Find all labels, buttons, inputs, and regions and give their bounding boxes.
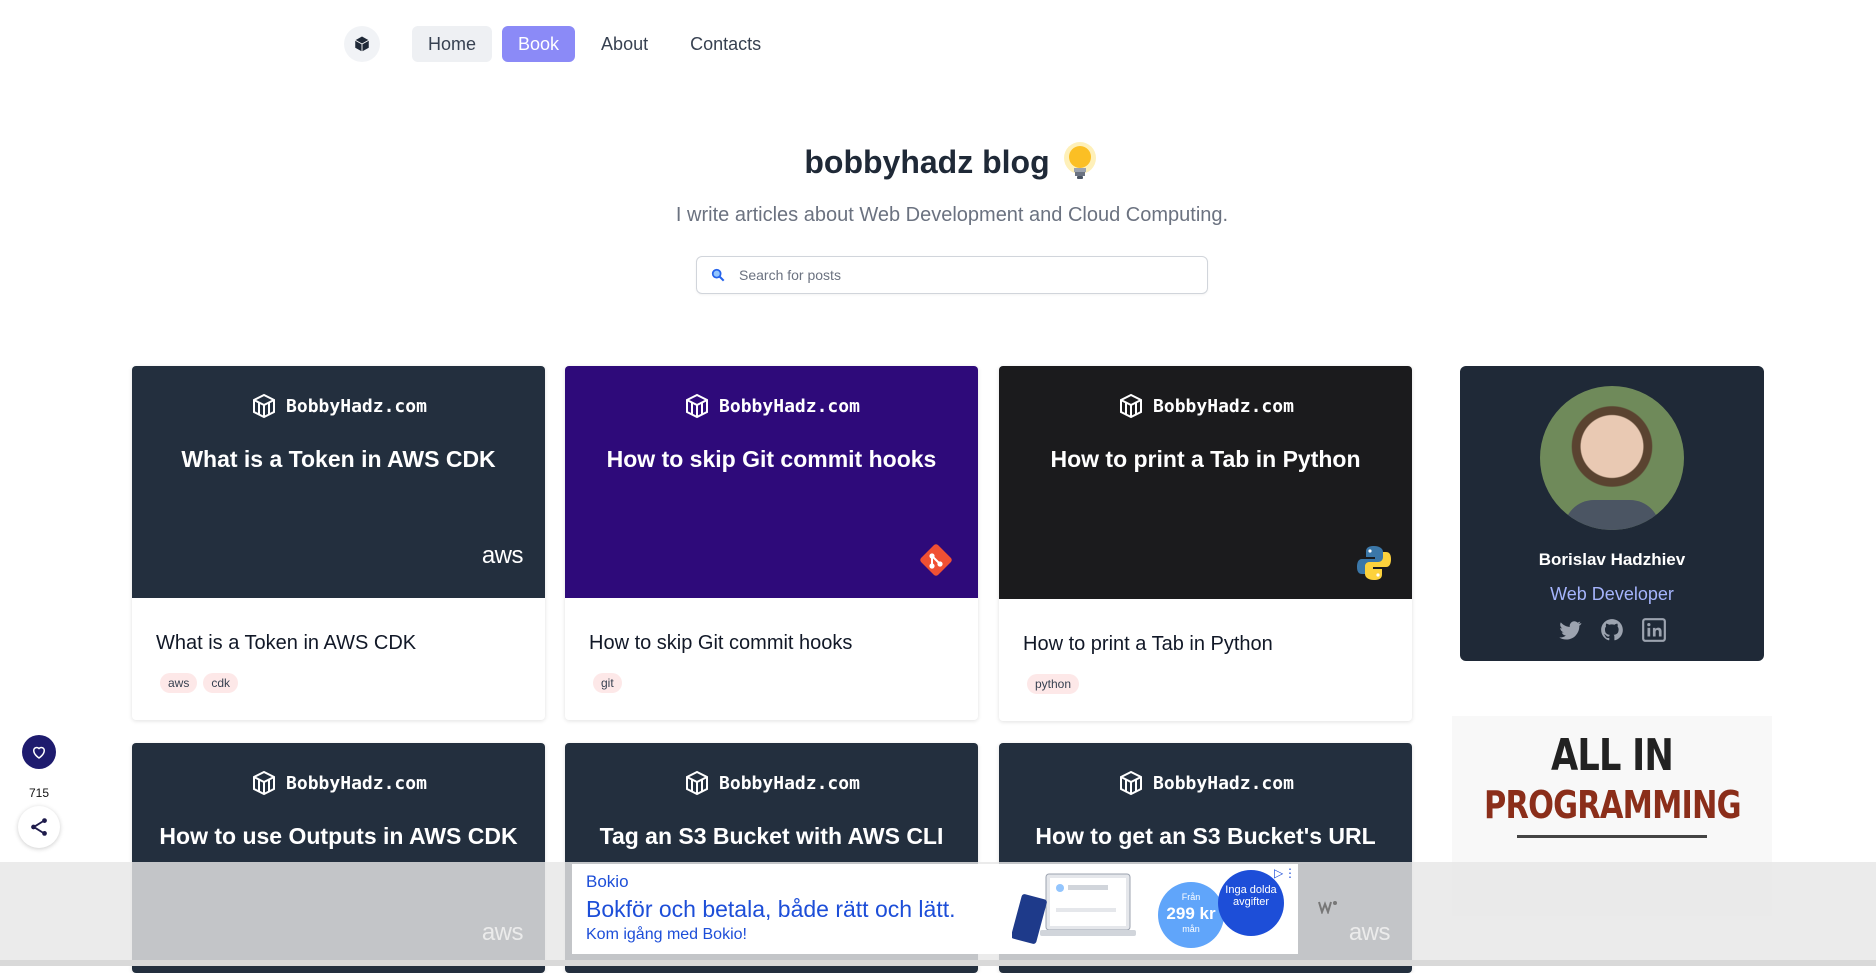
author-profile-card: Borislav Hadzhiev Web Developer xyxy=(1460,366,1764,661)
twitter-icon[interactable] xyxy=(1557,617,1583,643)
post-cover-image[interactable]: BobbyHadz.com How to skip Git commit hoo… xyxy=(565,366,978,598)
search-icon xyxy=(711,268,725,282)
aws-logo: aws xyxy=(481,542,524,569)
ad-subline: Kom igång med Bokio! xyxy=(586,926,747,943)
tag[interactable]: git xyxy=(593,673,622,693)
post-card-body: How to skip Git commit hooks git xyxy=(565,598,978,720)
like-button[interactable] xyxy=(22,735,56,769)
share-button[interactable] xyxy=(18,806,60,848)
ad-banner[interactable]: Bokio Bokför och betala, både rätt och l… xyxy=(572,864,1298,954)
cover-brand-label: BobbyHadz.com xyxy=(719,772,860,794)
lightbulb-icon xyxy=(1063,142,1096,179)
cover-title: How to get an S3 Bucket's URL xyxy=(1035,823,1376,849)
post-title[interactable]: How to print a Tab in Python xyxy=(1023,633,1388,656)
cover-brand-label: BobbyHadz.com xyxy=(719,395,860,417)
cover-title: Tag an S3 Bucket with AWS CLI xyxy=(599,823,944,849)
post-tags: aws cdk xyxy=(160,673,521,693)
laptop-illustration xyxy=(1012,873,1136,944)
ad-price-badge: Från 299 kr mån xyxy=(1158,882,1224,948)
tag[interactable]: cdk xyxy=(203,673,239,693)
cover-brand: BobbyHadz.com xyxy=(999,769,1412,797)
cube-outline-icon xyxy=(1120,393,1143,419)
post-title[interactable]: What is a Token in AWS CDK xyxy=(156,632,521,655)
cube-outline-icon xyxy=(686,393,709,419)
top-nav: Home Book About Contacts xyxy=(344,24,777,64)
blog-title: bobbyhadz blog xyxy=(0,140,1876,184)
post-cover-image[interactable]: BobbyHadz.com How to print a Tab in Pyth… xyxy=(999,366,1412,599)
promo-line2: PROGRAMMING xyxy=(1484,783,1742,827)
cube-outline-icon xyxy=(1120,770,1143,796)
linkedin-icon[interactable] xyxy=(1641,617,1667,643)
git-icon xyxy=(920,544,952,576)
cover-brand: BobbyHadz.com xyxy=(565,769,978,797)
cube-outline-icon xyxy=(253,393,276,419)
github-icon[interactable] xyxy=(1599,617,1625,643)
browser-bottom-bar xyxy=(0,960,1876,966)
cube-outline-icon xyxy=(686,770,709,796)
post-card-body: How to print a Tab in Python python xyxy=(999,599,1412,721)
nav-contacts[interactable]: Contacts xyxy=(674,26,777,62)
post-tags: git xyxy=(593,673,954,693)
post-card-body: What is a Token in AWS CDK aws cdk xyxy=(132,598,545,720)
cover-brand: BobbyHadz.com xyxy=(565,392,978,420)
avatar xyxy=(1540,386,1684,530)
cover-brand: BobbyHadz.com xyxy=(132,392,545,420)
tag[interactable]: python xyxy=(1027,674,1080,694)
like-count: 715 xyxy=(28,786,50,800)
ad-headline: Bokför och betala, både rätt och lätt. xyxy=(586,896,956,922)
cover-title: What is a Token in AWS CDK xyxy=(181,446,496,472)
promo-line1: ALL IN xyxy=(1550,730,1674,781)
cover-brand-label: BobbyHadz.com xyxy=(286,395,427,417)
author-name: Borislav Hadzhiev xyxy=(1538,550,1686,569)
cube-icon xyxy=(355,36,369,52)
nav-book[interactable]: Book xyxy=(502,26,576,62)
cover-brand-label: BobbyHadz.com xyxy=(286,772,427,794)
search-box xyxy=(696,256,1208,294)
post-title[interactable]: How to skip Git commit hooks xyxy=(589,632,954,655)
cover-brand-label: BobbyHadz.com xyxy=(1153,772,1294,794)
cover-title: How to skip Git commit hooks xyxy=(606,446,937,472)
heart-icon xyxy=(32,746,46,759)
nav-about[interactable]: About xyxy=(585,26,664,62)
author-role: Web Developer xyxy=(1550,584,1674,604)
nav-home[interactable]: Home xyxy=(412,26,493,62)
cover-title: How to use Outputs in AWS CDK xyxy=(159,823,518,849)
cover-brand: BobbyHadz.com xyxy=(132,769,545,797)
blog-title-text: bobbyhadz blog xyxy=(804,143,1050,180)
post-card[interactable]: BobbyHadz.com How to skip Git commit hoo… xyxy=(565,366,978,720)
ad-menu-icon[interactable]: ⋮ xyxy=(1284,866,1296,880)
ad-network-logo xyxy=(1318,900,1338,917)
cover-brand: BobbyHadz.com xyxy=(999,392,1412,420)
tag[interactable]: aws xyxy=(160,673,198,693)
cube-outline-icon xyxy=(253,770,276,796)
cover-title: How to print a Tab in Python xyxy=(1050,446,1361,472)
post-cover-image[interactable]: BobbyHadz.com What is a Token in AWS CDK… xyxy=(132,366,545,598)
ad-brand: Bokio xyxy=(586,872,629,891)
search-input[interactable] xyxy=(737,266,1181,284)
blog-subtitle: I write articles about Web Development a… xyxy=(675,204,1229,226)
share-icon xyxy=(31,818,47,836)
python-icon xyxy=(1357,546,1391,580)
post-card[interactable]: BobbyHadz.com How to print a Tab in Pyth… xyxy=(999,366,1412,721)
social-links xyxy=(1460,617,1764,643)
site-logo-cube-icon[interactable] xyxy=(344,26,380,62)
cover-brand-label: BobbyHadz.com xyxy=(1153,395,1294,417)
post-card[interactable]: BobbyHadz.com What is a Token in AWS CDK… xyxy=(132,366,545,720)
post-tags: python xyxy=(1027,674,1388,694)
